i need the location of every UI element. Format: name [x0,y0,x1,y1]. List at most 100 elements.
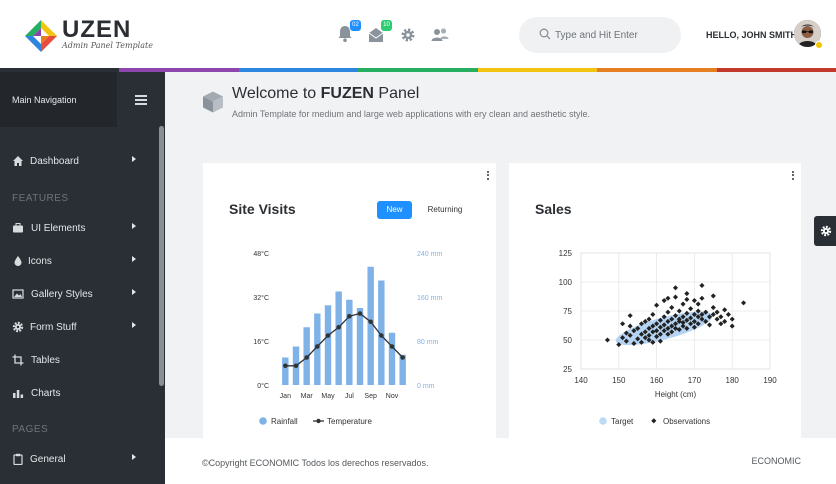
legend-temperature-marker [316,418,321,424]
y-tick-label: 75 [563,307,572,316]
x-tick-label: 160 [650,376,664,385]
y-tick-label: 50 [563,336,572,345]
y-right-tick-label: 0 mm [417,383,435,390]
sidebar-item-label: Icons [28,256,52,267]
y-left-tick-label: 16°C [253,338,269,346]
sales-card: Sales 140 150 160 170 180 190 25 50 75 100 125 Heig… [509,163,801,439]
x-tick-label: 180 [726,376,740,385]
sales-chart: 140 150 160 170 180 190 25 50 75 100 125 Height (cm… [559,249,778,426]
y-right-tick-label: 240 mm [417,251,442,258]
sidebar: Main Navigation Dashboard FEATURES UI El… [0,72,165,484]
sidebar-item-ui-elements[interactable]: UI Elements [0,216,160,242]
clipboard-icon [13,453,23,465]
observation-point [699,282,705,289]
x-tick-label: 150 [612,376,626,385]
legend-rainfall-marker [259,417,267,425]
rainfall-bar [282,357,289,385]
observation-point [706,322,713,328]
page-subtitle: Admin Template for medium and large web … [232,109,591,119]
y-right-tick-label: 80 mm [417,339,439,346]
sidebar-item-label: General [30,454,66,465]
temperature-point [293,363,299,369]
temperature-point [283,363,288,369]
temperature-point [379,333,384,338]
sidebar-item-form-stuff[interactable]: Form Stuff [0,315,160,341]
messages-badge: 10 [381,20,392,31]
search-input[interactable] [555,26,670,44]
sidebar-toggle-button[interactable] [117,72,165,127]
observation-point [627,313,633,319]
x-tick-label: Jul [345,393,354,400]
x-tick-label: 190 [763,376,777,385]
x-tick-label: May [321,393,335,400]
brand-name: UZEN [62,16,132,43]
temperature-point [347,313,352,319]
sidebar-item-label: Charts [31,388,61,399]
temperature-point [304,355,309,360]
observation-point [710,293,716,299]
x-tick-label: Jan [280,393,291,400]
observation-point [699,295,705,301]
y-tick-label: 100 [559,278,573,287]
color-strip-segment [358,68,478,72]
sidebar-item-tables[interactable]: Tables [0,348,160,374]
users-button[interactable] [430,24,450,44]
observation-point [650,311,656,318]
rainfall-bar [335,291,342,385]
settings-button[interactable] [398,24,418,44]
top-header: UZEN Admin Panel Template 02 10 Type and… [0,0,836,68]
sidebar-header: Main Navigation [0,72,165,127]
observation-point [740,300,747,306]
sidebar-scrollbar[interactable] [159,126,164,386]
chevron-right-icon [132,289,136,295]
observation-point [722,307,728,313]
chevron-right-icon [132,322,136,328]
theme-settings-button[interactable] [814,216,836,246]
image-icon [12,289,24,299]
legend-target-marker [599,417,607,425]
site-visits-chart: 0°C 16°C 32°C 48°C 0 mm 80 mm 160 mm 240 mm Jan M… [253,250,442,426]
search-box [519,17,681,53]
footer: ©Copyright ECONOMIC Todos los derechos r… [165,438,836,484]
temperature-point [336,324,341,330]
sidebar-item-label: Form Stuff [30,322,77,333]
rainfall-bar [367,266,374,385]
footer-brand: ECONOMIC [751,456,802,466]
sidebar-item-icons[interactable]: Icons [0,249,160,275]
drop-icon [14,256,22,266]
observation-point [665,309,671,315]
y-left-tick-label: 48°C [253,250,269,258]
x-tick-label: Mar [301,393,314,400]
sidebar-item-gallery-styles[interactable]: Gallery Styles [0,282,160,308]
rainfall-bar [346,299,353,385]
x-tick-label: Nov [386,393,399,400]
messages-button[interactable]: 10 [367,20,392,44]
observation-point [676,308,682,314]
sidebar-item-label: Dashboard [30,156,79,167]
search-icon [539,28,551,40]
notifications-button[interactable]: 02 [336,20,361,44]
gear-icon [12,321,24,333]
legend-target-label: Target [611,417,634,426]
section-label-pages: PAGES [12,424,49,435]
temperature-line [285,312,404,367]
sidebar-item-general[interactable]: General [0,447,160,473]
sidebar-item-label: Gallery Styles [31,289,93,300]
observation-point [680,301,686,307]
sidebar-item-charts[interactable]: Charts [0,381,160,407]
y-left-tick-label: 0°C [257,382,269,390]
color-strip-segment [238,68,359,72]
legend-observations-marker [651,418,657,424]
sidebar-item-dashboard[interactable]: Dashboard [0,149,160,175]
legend-temperature-label: Temperature [327,417,372,426]
gear-icon [401,28,415,42]
brand-logo[interactable]: UZEN Admin Panel Template [24,16,164,55]
x-axis-label: Height (cm) [655,390,697,399]
observation-point [695,301,701,307]
legend-rainfall-label: Rainfall [271,417,298,426]
brand-subtitle: Admin Panel Template [62,41,153,50]
temperature-point [315,344,320,349]
temperature-point [389,344,395,349]
y-tick-label: 25 [563,365,572,374]
user-greeting[interactable]: HELLO, JOHN SMITH! [706,30,800,40]
